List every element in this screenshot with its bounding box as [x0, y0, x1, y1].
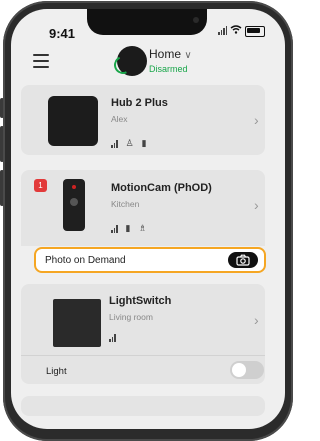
- hub-name: Home: [149, 47, 182, 61]
- hub-device-image: [48, 96, 98, 146]
- chevron-right-icon: ›: [254, 312, 259, 328]
- signal-icon: [109, 334, 116, 342]
- device-status-icons: [109, 334, 116, 342]
- chevron-down-icon: ∨: [184, 50, 192, 61]
- lightswitch-device-image: [53, 299, 101, 347]
- device-name: LightSwitch: [109, 295, 172, 307]
- device-status-icons: ♙ ▮: [111, 138, 147, 149]
- take-photo-button[interactable]: [228, 252, 258, 268]
- wifi-icon: [230, 25, 242, 37]
- pet-immunity-icon: ♗: [138, 223, 147, 233]
- battery-icon: [245, 25, 265, 37]
- photo-on-demand-label: Photo on Demand: [45, 255, 126, 266]
- hub-avatar[interactable]: [111, 46, 147, 77]
- battery-icon: ▮: [141, 138, 147, 148]
- front-camera: [193, 17, 199, 23]
- hub-selector[interactable]: Home ∨: [149, 47, 192, 61]
- device-room: Kitchen: [111, 199, 140, 209]
- device-room: Alex: [111, 114, 128, 124]
- device-card-hub[interactable]: Hub 2 Plus Alex ♙ ▮ ›: [21, 85, 265, 155]
- camera-icon: [236, 254, 250, 266]
- motioncam-device-image: [63, 179, 85, 231]
- device-room: Living room: [109, 312, 153, 322]
- device-name: MotionCam (PhOD): [111, 182, 212, 194]
- chevron-right-icon: ›: [254, 197, 259, 213]
- device-name: Hub 2 Plus: [111, 97, 168, 109]
- chevron-right-icon: ›: [254, 112, 259, 128]
- notification-badge: 1: [34, 179, 47, 192]
- menu-icon[interactable]: [33, 54, 49, 68]
- status-icons: [218, 25, 265, 37]
- divider: [21, 355, 265, 356]
- light-toggle[interactable]: [230, 361, 264, 379]
- signal-icon: [111, 224, 118, 233]
- notch: [87, 9, 207, 35]
- status-time: 9:41: [49, 26, 76, 41]
- security-status: Disarmed: [149, 64, 188, 74]
- photo-on-demand-row[interactable]: Photo on Demand: [34, 247, 266, 273]
- device-card-next[interactable]: [21, 396, 265, 416]
- siren-icon: ♙: [125, 138, 134, 148]
- light-label: Light: [46, 366, 67, 377]
- device-status-icons: ▮ ♗: [111, 223, 147, 234]
- battery-icon: ▮: [125, 223, 131, 233]
- cellular-signal-icon: [218, 26, 227, 35]
- device-card-motioncam[interactable]: 1 MotionCam (PhOD) Kitchen ▮ ♗ ›: [21, 170, 265, 246]
- signal-icon: [111, 139, 118, 148]
